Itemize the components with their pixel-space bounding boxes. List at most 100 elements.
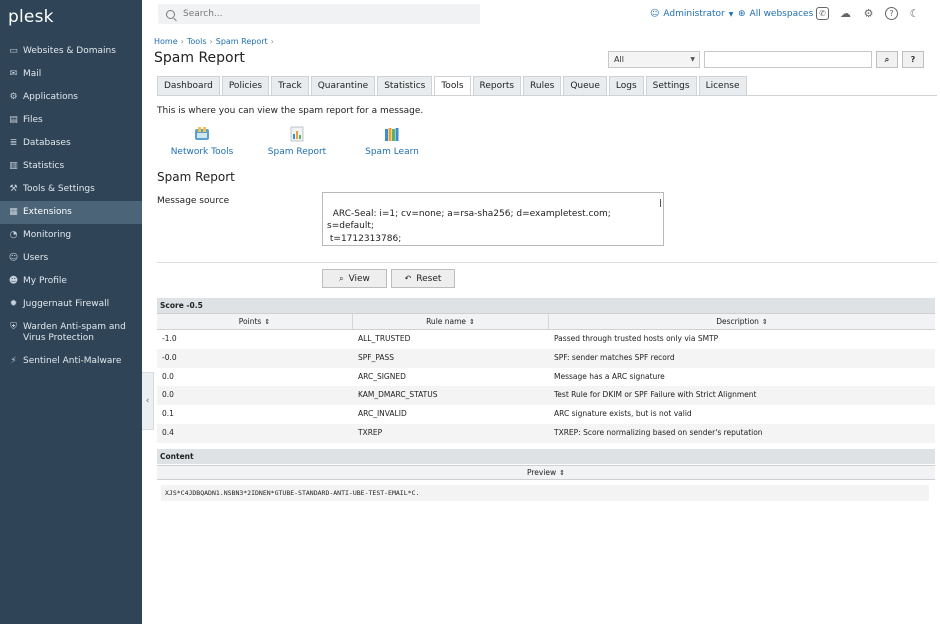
column-header-points[interactable]: Points ⇕	[157, 314, 353, 329]
topbar: Search... ☺ Administrator ▼ ⊕ All webspa…	[142, 0, 940, 30]
applications-icon: ⚙	[9, 92, 18, 102]
support-icon[interactable]: ✆	[816, 7, 829, 20]
sidebar-item-statistics[interactable]: ▥ Statistics	[0, 155, 142, 178]
sidebar-item-extensions[interactable]: ▦ Extensions	[0, 201, 142, 224]
sidebar-collapse-button[interactable]: ‹	[142, 372, 154, 430]
sort-icon: ⇕	[264, 318, 271, 326]
tools-icon: ⚒	[9, 184, 18, 194]
tool-shortcuts: Network Tools Spam Report Spam Learn	[157, 126, 437, 157]
column-header-preview[interactable]: Preview ⇕	[157, 465, 935, 480]
tab-track[interactable]: Track	[271, 76, 309, 95]
reset-button[interactable]: ↶ Reset	[391, 269, 455, 288]
users-icon: ☺	[8, 253, 19, 263]
network-tools-link[interactable]: Network Tools	[157, 126, 247, 157]
sidebar-item-label: Mail	[23, 69, 42, 79]
sort-icon: ⇕	[761, 318, 768, 326]
tab-rules[interactable]: Rules	[523, 76, 562, 95]
filter-selected-value: All	[614, 55, 624, 64]
filter-search-input[interactable]	[704, 51, 872, 68]
search-button[interactable]: ⌕	[876, 51, 898, 68]
chevron-down-icon: ▼	[690, 56, 695, 63]
cell-rule: ALL_TRUSTED	[358, 334, 411, 343]
sidebar-item-warden-anti-spam-and-virus-protection[interactable]: ⛨ Warden Anti-spam and Virus Protection	[0, 316, 142, 350]
tabs-divider	[157, 95, 937, 96]
webspaces-label: All webspaces	[749, 9, 814, 19]
chevron-down-icon: ▼	[728, 10, 734, 18]
tab-settings[interactable]: Settings	[645, 76, 697, 95]
sidebar-item-label: My Profile	[23, 276, 67, 286]
user-menu[interactable]: ☺ Administrator ▼	[650, 9, 733, 19]
sidebar-item-mail[interactable]: ✉ Mail	[0, 63, 142, 86]
section-title: Spam Report	[157, 170, 235, 184]
table-row: -1.0 ALL_TRUSTED Passed through trusted ho…	[157, 330, 935, 349]
tab-quarantine[interactable]: Quarantine	[310, 76, 376, 95]
search-placeholder: Search...	[183, 9, 223, 19]
tab-logs[interactable]: Logs	[608, 76, 644, 95]
profile-icon: ☻	[8, 276, 19, 286]
reset-icon: ↶	[404, 274, 412, 283]
cell-rule: KAM_DMARC_STATUS	[358, 390, 438, 400]
breadcrumb-tools[interactable]: Tools	[187, 37, 207, 46]
cell-points: -1.0	[162, 334, 177, 343]
sidebar-item-websites-domains[interactable]: ▭ Websites & Domains	[0, 40, 142, 63]
textarea-scrollbar[interactable]	[660, 199, 661, 207]
tab-statistics[interactable]: Statistics	[377, 76, 433, 95]
sidebar-item-label: Extensions	[23, 207, 72, 217]
mail-icon: ✉	[9, 69, 18, 79]
sidebar-item-applications[interactable]: ⚙ Applications	[0, 86, 142, 109]
sidebar-item-tools-settings[interactable]: ⚒ Tools & Settings	[0, 178, 142, 201]
chevron-right-icon: ›	[180, 37, 184, 46]
message-source-textarea[interactable]: ARC-Seal: i=1; cv=none; a=rsa-sha256; d=…	[322, 192, 664, 246]
global-search-input[interactable]: Search...	[158, 4, 480, 24]
sidebar-item-sentinel-anti-malware[interactable]: ⚡ Sentinel Anti-Malware	[0, 350, 142, 373]
sidebar-item-files[interactable]: ▤ Files	[0, 109, 142, 132]
sidebar-item-label: Statistics	[23, 161, 65, 171]
sidebar-item-monitoring[interactable]: ◔ Monitoring	[0, 224, 142, 247]
message-source-label: Message source	[157, 196, 230, 206]
sidebar-item-label: Users	[23, 253, 49, 263]
sidebar-item-label: Applications	[23, 92, 78, 102]
cell-rule: SPF_PASS	[358, 352, 395, 362]
cell-points: 0.4	[162, 427, 174, 437]
sidebar-item-my-profile[interactable]: ☻ My Profile	[0, 270, 142, 293]
tab-policies[interactable]: Policies	[221, 76, 270, 95]
help-button[interactable]: ?	[902, 51, 924, 68]
cloud-icon[interactable]: ☁	[839, 7, 852, 20]
theme-toggle-icon[interactable]: ☾	[908, 7, 921, 20]
score-table-header: Points ⇕ Rule name ⇕ Description ⇕	[157, 313, 935, 330]
sidebar-item-users[interactable]: ☺ Users	[0, 247, 142, 270]
content-preview: XJS*C4JDBQADN1.NSBN3*2IDNEN*GTUBE-STANDA…	[161, 485, 929, 501]
plesk-logo[interactable]: plesk	[8, 7, 54, 27]
notifications-icon[interactable]: ⚙	[862, 7, 875, 20]
tab-reports[interactable]: Reports	[472, 76, 522, 95]
column-header-description[interactable]: Description ⇕	[549, 314, 935, 329]
help-icon[interactable]: ?	[885, 7, 898, 20]
sidebar-item-juggernaut-firewall[interactable]: ✹ Juggernaut Firewall	[0, 293, 142, 316]
tabs: Dashboard Policies Track Quarantine Statisti…	[157, 76, 749, 96]
breadcrumb-spam-report[interactable]: Spam Report	[216, 37, 268, 46]
spam-report-link[interactable]: Spam Report	[247, 126, 347, 157]
extensions-icon: ▦	[9, 207, 18, 217]
filter-select[interactable]: All ▼	[608, 51, 700, 68]
files-icon: ▤	[9, 115, 18, 125]
cell-rule: TXREP	[358, 427, 383, 437]
sidebar-item-label: Warden Anti-spam and Virus Protection	[23, 322, 126, 343]
sort-icon: ⇕	[559, 469, 566, 477]
databases-icon: ≣	[9, 138, 18, 148]
tab-queue[interactable]: Queue	[563, 76, 607, 95]
chevron-right-icon: ›	[209, 37, 213, 46]
spam-learn-link[interactable]: Spam Learn	[347, 126, 437, 157]
tab-dashboard[interactable]: Dashboard	[157, 76, 220, 95]
tab-tools[interactable]: Tools	[434, 76, 471, 96]
sidebar-item-databases[interactable]: ≣ Databases	[0, 132, 142, 155]
reset-button-label: Reset	[416, 273, 442, 284]
shield-icon: ⛨	[10, 322, 17, 332]
tab-license[interactable]: License	[698, 76, 747, 95]
webspaces-menu[interactable]: ⊕ All webspaces	[738, 9, 813, 19]
content-heading: Content	[157, 449, 935, 464]
column-header-rule-name[interactable]: Rule name ⇕	[353, 314, 549, 329]
breadcrumb-home[interactable]: Home	[154, 37, 178, 46]
sidebar-item-label: Juggernaut Firewall	[23, 299, 110, 309]
search-icon	[166, 9, 175, 19]
view-button[interactable]: ⌕ View	[322, 269, 387, 288]
